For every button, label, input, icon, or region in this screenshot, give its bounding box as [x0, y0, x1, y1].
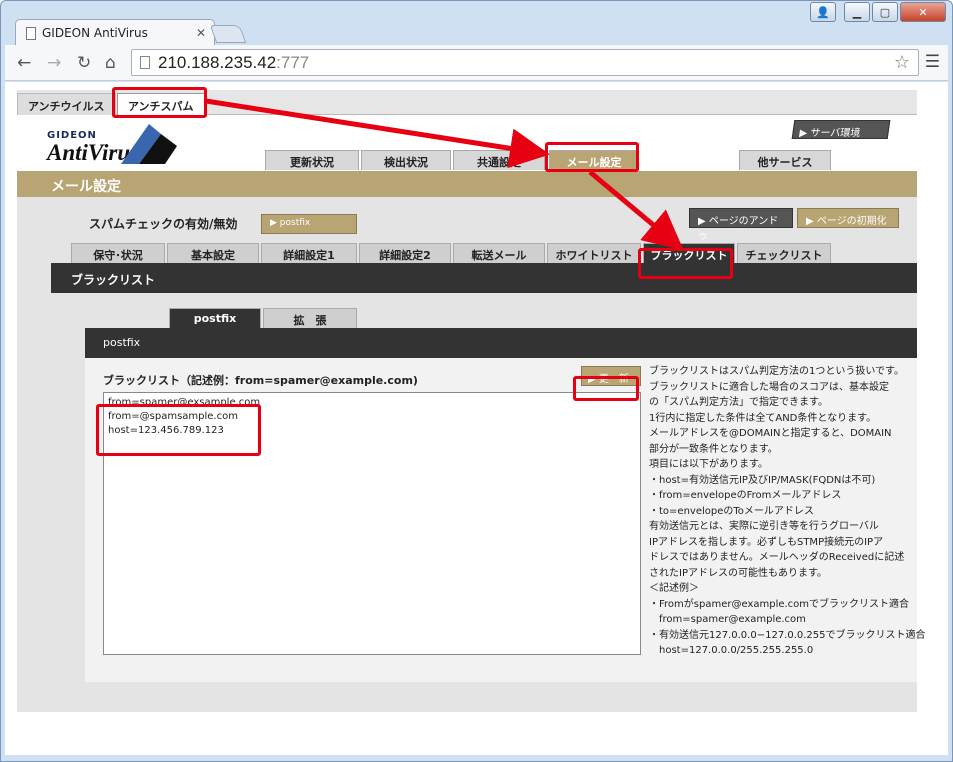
reload-icon[interactable]: ↻: [77, 53, 91, 73]
blacklist-entry: from=@spamsample.com: [108, 411, 238, 422]
help-line: ・host=有効送信元IP及びIP/MASK(FQDNは不可): [649, 474, 876, 486]
blacklist-label: ブラックリスト（記述例：from=spamer@example.com): [103, 374, 418, 387]
spam-check-label: スパムチェックの有効/無効: [89, 217, 238, 231]
close-window-icon[interactable]: ✕: [900, 2, 946, 22]
tab-postfix[interactable]: postfix: [169, 308, 261, 328]
help-line: ・to=envelopeのToメールアドレス: [649, 505, 814, 517]
help-line: IPアドレスを指します。必ずしもSTMP接続元のIPア: [649, 536, 884, 548]
menu-icon[interactable]: ☰: [925, 52, 940, 72]
user-icon[interactable]: 👤: [810, 2, 836, 22]
help-line: ＜記述例＞: [649, 583, 699, 594]
tab-update-status[interactable]: 更新状況: [265, 150, 359, 170]
postfix-toggle-button[interactable]: ▶ postfix: [261, 214, 357, 234]
page-icon: [140, 56, 150, 69]
config-area: スパムチェックの有効/無効 ▶ postfix ▶ ページのアンドゥ ▶ ページ…: [17, 197, 926, 712]
tab-extension[interactable]: 拡 張: [263, 308, 357, 328]
help-line: メールアドレスを@DOMAINと指定すると、DOMAIN: [649, 428, 892, 439]
tab-mail-settings[interactable]: メール設定: [549, 150, 639, 170]
help-line: 有効送信元とは、実際に逆引き等を行うグローバル: [649, 521, 879, 532]
help-line: 1行内に指定した条件は全てAND条件となります。: [649, 412, 877, 424]
url-port: :777: [276, 52, 310, 72]
home-icon[interactable]: ⌂: [105, 53, 116, 73]
help-line: ・from=envelopeのFromメールアドレス: [649, 490, 842, 501]
minimize-icon[interactable]: ▁: [844, 2, 870, 22]
address-bar[interactable]: 210.188.235.42:777 ☆: [131, 49, 919, 76]
tab-common-settings[interactable]: 共通設定: [453, 150, 545, 170]
blacklist-entry: from=spamer@exsample.com: [108, 397, 261, 408]
tab-checklist[interactable]: チェックリスト: [737, 243, 831, 263]
page-init-button[interactable]: ▶ ページの初期化: [797, 208, 899, 228]
bookmark-star-icon[interactable]: ☆: [894, 52, 910, 73]
tab-other-services[interactable]: 他サービス: [739, 150, 831, 170]
tab-antispam[interactable]: アンチスパム: [117, 93, 205, 115]
help-line: されたIPアドレスの可能性もあります。: [649, 567, 827, 579]
page-undo-button[interactable]: ▶ ページのアンドゥ: [689, 208, 793, 242]
app: アンチウイルス アンチスパム GIDEON AntiVirus ▶ サーバ環境 …: [17, 90, 926, 712]
page-heading: ブラックリスト: [51, 263, 917, 293]
tab-close-icon[interactable]: ✕: [196, 26, 206, 40]
tab-detail-settings-2[interactable]: 詳細設定2: [359, 243, 451, 263]
page-icon: [26, 26, 36, 40]
tab-detail-settings-1[interactable]: 詳細設定1: [261, 243, 357, 263]
section-title: メール設定: [17, 171, 917, 197]
help-line: の「スパム判定方法」で指定できます。: [649, 397, 828, 408]
inner-heading: postfix: [85, 328, 917, 358]
tab-maintenance[interactable]: 保守･状況: [71, 243, 165, 263]
browser-window: 👤 ▁ ▢ ✕ GIDEON AntiVirus ✕ ← → ↻ ⌂ 210.1…: [0, 0, 953, 762]
help-line: ・有効送信元127.0.0.0−127.0.0.255でブラックリスト適合: [649, 629, 926, 641]
tab-forward-mail[interactable]: 転送メール: [453, 243, 545, 263]
forward-icon[interactable]: →: [47, 53, 61, 73]
tab-detection-status[interactable]: 検出状況: [361, 150, 451, 170]
help-line: 部分が一致条件となります。: [649, 443, 778, 455]
help-line: ブラックリストはスパム判定方法の1つという扱いです。: [649, 366, 905, 377]
help-line: ドレスではありません。メールヘッダのReceivedに記述: [649, 552, 905, 563]
back-icon[interactable]: ←: [17, 53, 31, 73]
inner-area: postfix 拡 張 postfix ブラックリスト（記述例：from=spa…: [51, 293, 926, 712]
product-tabs: アンチウイルス アンチスパム: [17, 90, 917, 115]
tab-antivirus[interactable]: アンチウイルス: [17, 93, 116, 115]
help-line: ブラックリストに適合した場合のスコアは、基本設定: [649, 381, 889, 393]
tab-basic-settings[interactable]: 基本設定: [167, 243, 259, 263]
page-viewport: アンチウイルス アンチスパム GIDEON AntiVirus ▶ サーバ環境 …: [5, 82, 948, 755]
help-text: ブラックリストはスパム判定方法の1つという扱いです。 ブラックリストに適合した場…: [649, 364, 926, 659]
help-line: 項目には以下があります。: [649, 459, 768, 470]
help-line: host=127.0.0.0/255.255.255.0: [649, 645, 814, 656]
main-tabs: 更新状況 検出状況 共通設定 メール設定 他サービス: [17, 150, 917, 170]
url-host: 210.188.235.42: [158, 52, 277, 72]
browser-tab[interactable]: GIDEON AntiVirus ✕: [15, 19, 215, 46]
tab-whitelist[interactable]: ホワイトリスト: [547, 243, 641, 263]
server-env-button[interactable]: ▶ サーバ環境: [791, 120, 891, 139]
browser-toolbar: ← → ↻ ⌂ 210.188.235.42:777 ☆ ☰: [5, 45, 948, 81]
window-controls: 👤 ▁ ▢ ✕: [810, 2, 946, 22]
blacklist-panel: ブラックリスト（記述例：from=spamer@example.com) ▶ 更…: [85, 358, 926, 682]
browser-tab-title: GIDEON AntiVirus: [42, 26, 148, 40]
blacklist-entry: host=123.456.789.123: [108, 425, 224, 436]
sub-tabs: 保守･状況 基本設定 詳細設定1 詳細設定2 転送メール ホワイトリスト ブラッ…: [17, 243, 917, 263]
help-line: ・Fromがspamer@example.comでブラックリスト適合: [649, 598, 910, 610]
tab-blacklist[interactable]: ブラックリスト: [643, 243, 735, 263]
maximize-icon[interactable]: ▢: [872, 2, 898, 22]
update-button[interactable]: ▶ 更 新: [581, 366, 641, 386]
help-line: from=spamer@example.com: [649, 614, 806, 625]
blacklist-textarea[interactable]: from=spamer@exsample.com from=@spamsampl…: [103, 392, 641, 655]
new-tab-button[interactable]: [209, 25, 247, 43]
